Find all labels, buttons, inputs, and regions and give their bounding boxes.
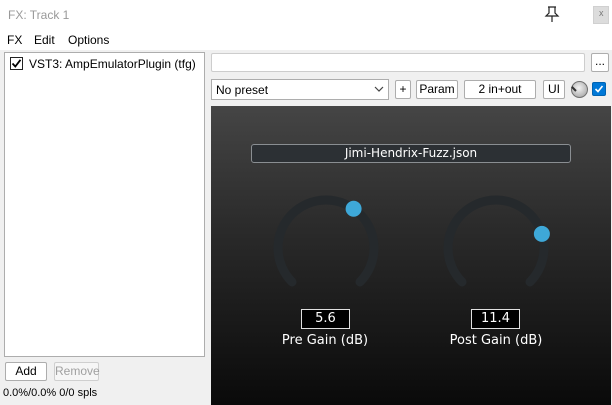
knob-track [443, 195, 549, 287]
pre-gain-value[interactable]: 5.6 [301, 309, 350, 329]
add-preset-button[interactable]: + [395, 80, 411, 99]
window-title: FX: Track 1 [8, 8, 70, 22]
cpu-status: 0.0%/0.0% 0/0 spls [3, 387, 98, 399]
post-gain-knob[interactable] [431, 183, 561, 313]
io-button[interactable]: 2 in+out [464, 80, 536, 99]
pin-icon[interactable] [543, 5, 561, 23]
preset-select-value: No preset [216, 83, 269, 97]
bypass-checkbox[interactable] [592, 82, 606, 96]
knob-handle[interactable] [345, 200, 362, 217]
title-bar: FX: Track 1 x [0, 0, 612, 30]
menu-bar: FX Edit Options [0, 30, 612, 50]
checkmark-icon [11, 59, 22, 68]
pre-gain-label: Pre Gain (dB) [281, 333, 369, 348]
knob-handle[interactable] [533, 225, 550, 242]
fx-enable-checkbox[interactable] [10, 57, 23, 70]
wet-knob[interactable] [571, 81, 588, 98]
preset-select[interactable]: No preset [211, 79, 389, 100]
menu-edit[interactable]: Edit [34, 33, 55, 47]
checkmark-icon [594, 85, 604, 93]
pre-gain-knob[interactable] [261, 183, 391, 313]
close-icon: x [599, 8, 604, 18]
remove-fx-button[interactable]: Remove [54, 362, 100, 381]
param-button[interactable]: Param [416, 80, 458, 99]
more-button[interactable]: ... [591, 53, 609, 72]
fx-name: VST3: AmpEmulatorPlugin (tfg) [29, 57, 196, 71]
add-fx-button[interactable]: Add [5, 362, 47, 381]
menu-fx[interactable]: FX [7, 33, 22, 47]
chevron-down-icon [374, 86, 384, 92]
loaded-model-name[interactable]: Jimi-Hendrix-Fuzz.json [251, 144, 571, 163]
fx-chain-list[interactable]: VST3: AmpEmulatorPlugin (tfg) [4, 52, 205, 357]
ui-button[interactable]: UI [543, 80, 565, 99]
close-button[interactable]: x [593, 6, 609, 24]
post-gain-label: Post Gain (dB) [449, 333, 543, 348]
menu-options[interactable]: Options [68, 33, 109, 47]
post-gain-value[interactable]: 11.4 [471, 309, 520, 329]
plugin-panel: Jimi-Hendrix-Fuzz.json 5.6 Pre Gain (dB)… [211, 106, 611, 405]
parameter-field[interactable] [211, 53, 585, 72]
